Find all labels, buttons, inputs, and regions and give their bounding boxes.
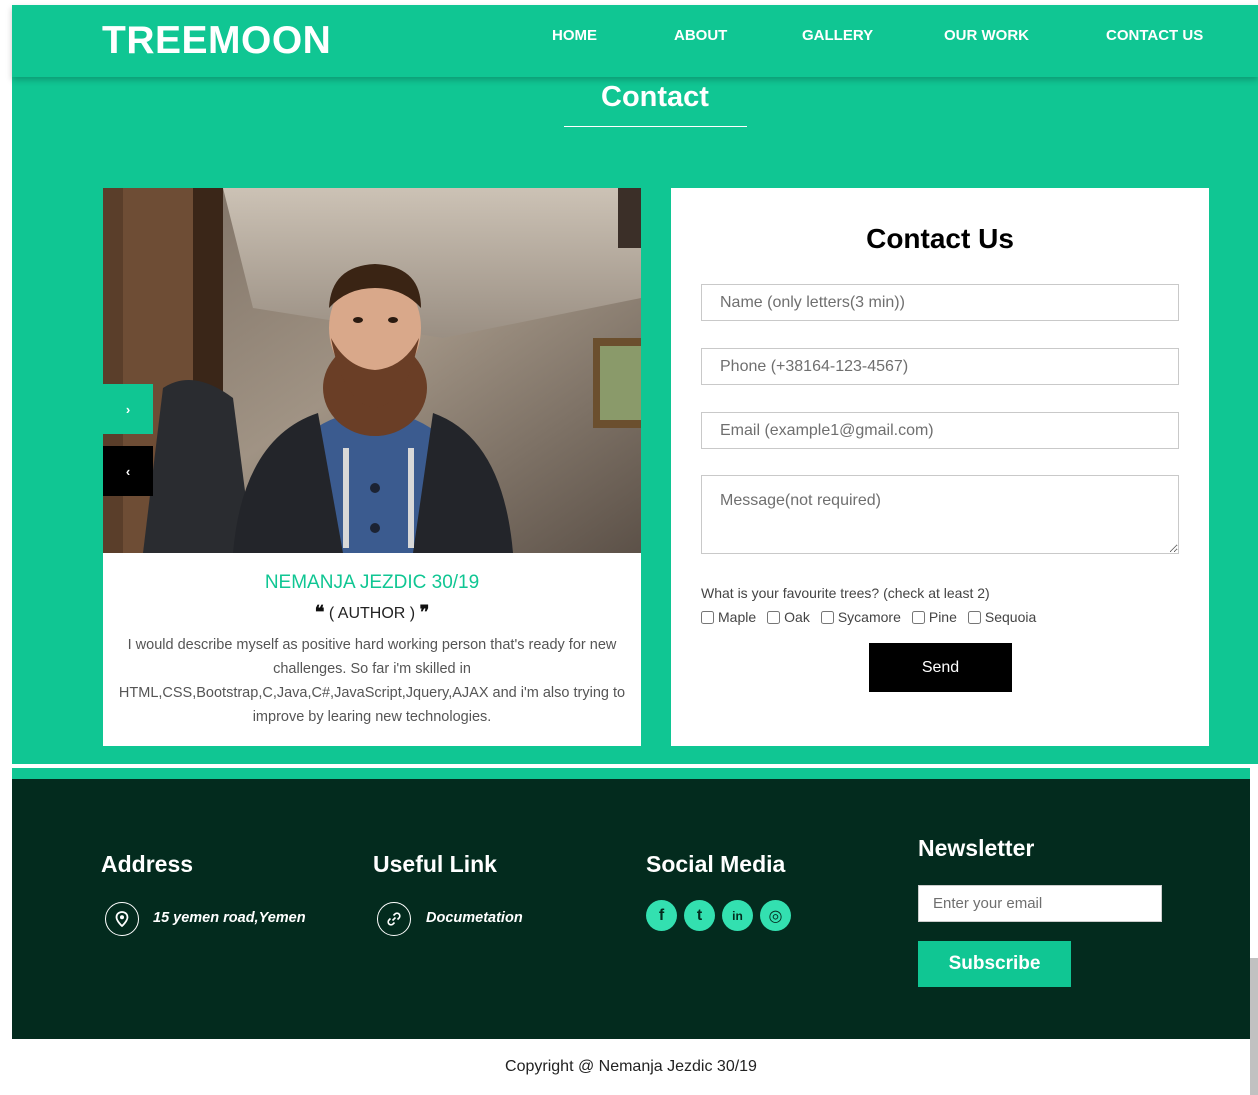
newsletter-heading: Newsletter bbox=[918, 835, 1035, 861]
address-text: 15 yemen road,Yemen bbox=[153, 910, 306, 926]
pine-checkbox[interactable] bbox=[911, 610, 925, 624]
sequoia-checkbox[interactable] bbox=[967, 610, 981, 624]
newsletter-email-input[interactable] bbox=[918, 885, 1162, 922]
page: TREEMOON HOME ABOUT GALLERY OUR WORK CON… bbox=[0, 0, 1258, 1095]
map-pin-icon bbox=[105, 902, 139, 936]
tree-option-pine[interactable]: Pine bbox=[911, 609, 957, 625]
contact-section: TREEMOON HOME ABOUT GALLERY OUR WORK CON… bbox=[12, 5, 1258, 764]
tree-option-sequoia[interactable]: Sequoia bbox=[967, 609, 1036, 625]
chevron-right-icon: › bbox=[125, 401, 131, 417]
section-title: Contact bbox=[601, 81, 709, 113]
tree-option-maple[interactable]: Maple bbox=[701, 609, 756, 625]
nav-our-work[interactable]: OUR WORK bbox=[944, 27, 1029, 44]
page-scrollbar[interactable] bbox=[1250, 958, 1258, 1095]
quote-open-icon: ❝ bbox=[314, 602, 325, 623]
profile-card: › ‹ NEMANJA JEZDIC 30/19 ❝ ( AUTHOR ) ❞ … bbox=[103, 188, 641, 746]
chevron-left-icon: ‹ bbox=[125, 463, 131, 479]
nav-contact-us[interactable]: CONTACT US bbox=[1106, 27, 1203, 44]
address-heading: Address bbox=[101, 851, 194, 877]
quote-close-icon: ❞ bbox=[419, 602, 430, 623]
tree-option-sycamore[interactable]: Sycamore bbox=[820, 609, 901, 625]
message-field[interactable] bbox=[701, 475, 1179, 554]
contact-form-card: Contact Us What is your favourite trees?… bbox=[671, 188, 1209, 746]
nav-about[interactable]: ABOUT bbox=[674, 27, 727, 44]
author-role-line: ❝ ( AUTHOR ) ❞ bbox=[103, 602, 641, 623]
copyright: Copyright @ Nemanja Jezdic 30/19 bbox=[505, 1058, 757, 1075]
maple-checkbox[interactable] bbox=[701, 610, 714, 624]
link-icon bbox=[377, 902, 411, 936]
navbar: TREEMOON HOME ABOUT GALLERY OUR WORK CON… bbox=[12, 5, 1258, 77]
twitter-icon[interactable]: t bbox=[684, 900, 715, 931]
subscribe-button[interactable]: Subscribe bbox=[918, 941, 1071, 987]
title-underline bbox=[564, 126, 747, 127]
tree-option-oak[interactable]: Oak bbox=[767, 609, 810, 625]
documentation-link[interactable]: Documetation bbox=[426, 910, 523, 926]
email-field[interactable] bbox=[701, 412, 1179, 449]
author-photo-illustration bbox=[103, 188, 641, 553]
nav-gallery[interactable]: GALLERY bbox=[802, 27, 873, 44]
footer: Address 15 yemen road,Yemen Useful Link … bbox=[12, 779, 1250, 1039]
sycamore-checkbox[interactable] bbox=[820, 610, 834, 624]
phone-field[interactable] bbox=[701, 348, 1179, 385]
facebook-icon[interactable]: f bbox=[646, 900, 677, 931]
nav-home[interactable]: HOME bbox=[552, 27, 597, 44]
slider-prev-button[interactable]: ‹ bbox=[103, 446, 153, 496]
instagram-icon[interactable]: ◎ bbox=[760, 900, 791, 931]
oak-checkbox[interactable] bbox=[767, 610, 781, 624]
footer-top-strip bbox=[12, 768, 1250, 779]
name-field[interactable] bbox=[701, 284, 1179, 321]
useful-link-heading: Useful Link bbox=[373, 851, 497, 877]
author-bio: I would describe myself as positive hard… bbox=[118, 637, 626, 725]
send-button[interactable]: Send bbox=[869, 643, 1012, 692]
trees-checkbox-group: Maple Oak Sycamore Pine Sequoia bbox=[701, 609, 1047, 625]
linkedin-icon[interactable]: in bbox=[722, 900, 753, 931]
author-photo bbox=[103, 188, 641, 553]
social-media-heading: Social Media bbox=[646, 851, 786, 877]
author-name: NEMANJA JEZDIC 30/19 bbox=[264, 572, 480, 593]
slider-next-button[interactable]: › bbox=[103, 384, 153, 434]
trees-question: What is your favourite trees? (check at … bbox=[701, 585, 990, 601]
author-role: ( AUTHOR ) bbox=[328, 605, 416, 622]
form-title: Contact Us bbox=[866, 223, 1014, 254]
brand-logo[interactable]: TREEMOON bbox=[102, 19, 331, 63]
